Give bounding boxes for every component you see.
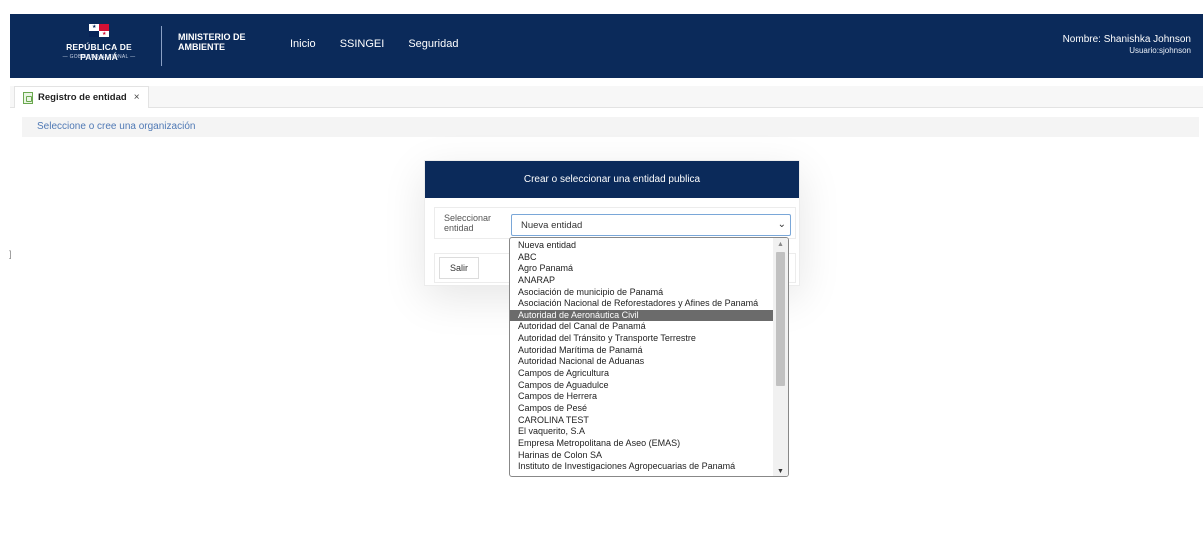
close-icon[interactable]: × <box>134 92 140 103</box>
breadcrumb: Seleccione o cree una organización <box>22 117 1199 137</box>
dropdown-option[interactable]: Empresa Metropolitana de Aseo (EMAS) <box>510 438 773 450</box>
dropdown-option[interactable]: Campos de Pesé <box>510 403 773 415</box>
user-name: Nombre: Shanishka Johnson <box>1062 34 1191 45</box>
ministry-line-1: MINISTERIO DE <box>178 32 246 42</box>
dropdown-option[interactable]: Nueva entidad <box>510 240 773 252</box>
dropdown-option[interactable]: ANARAP <box>510 275 773 287</box>
dropdown-option[interactable]: Harinas de Colon SA <box>510 450 773 462</box>
dropdown-scrollbar[interactable]: ▲ ▼ <box>773 238 788 476</box>
dropdown-option[interactable]: El vaquerito, S.A <box>510 426 773 438</box>
entity-field-label: Seleccionar entidad <box>444 213 491 233</box>
entity-field-label-line-2: entidad <box>444 223 474 233</box>
entity-select[interactable]: Nueva entidad ⌄ <box>511 214 791 236</box>
dropdown-options: Nueva entidad ABC Agro Panamá ANARAP Asociac… <box>510 240 773 473</box>
exit-button[interactable]: Salir <box>439 257 479 279</box>
tab-registro-entidad[interactable]: Registro de entidad × <box>14 86 149 108</box>
nav-ssingei[interactable]: SSINGEI <box>340 38 385 50</box>
user-info[interactable]: Nombre: Shanishka Johnson Usuario:sjohns… <box>1063 34 1191 55</box>
header-divider <box>161 26 162 66</box>
panama-flag-icon: ★ ★ <box>89 24 109 37</box>
nav-inicio[interactable]: Inicio <box>290 38 316 50</box>
dropdown-option[interactable]: Campos de Agricultura <box>510 368 773 380</box>
dropdown-option[interactable]: CAROLINA TEST <box>510 415 773 427</box>
tab-label: Registro de entidad <box>38 92 127 103</box>
user-id: Usuario:sjohnson <box>1129 46 1191 55</box>
tab-bar: Registro de entidad × <box>10 86 1203 108</box>
ministry-line-2: AMBIENTE <box>178 42 225 52</box>
main-nav: Inicio SSINGEI Seguridad <box>290 38 482 50</box>
top-header: ★ ★ REPÚBLICA DE PANAMÁ — GOBIERNO NACION… <box>10 14 1203 78</box>
dropdown-option[interactable]: Autoridad del Canal de Panamá <box>510 321 773 333</box>
entity-field-label-line-1: Seleccionar <box>444 213 492 223</box>
panama-logo[interactable]: ★ ★ REPÚBLICA DE PANAMÁ — GOBIERNO NACION… <box>46 24 152 68</box>
dropdown-option[interactable]: Asociación Nacional de Reforestadores y … <box>510 298 773 310</box>
dropdown-option[interactable]: Autoridad Marítima de Panamá <box>510 345 773 357</box>
scrollbar-thumb[interactable] <box>776 252 785 386</box>
scroll-down-icon[interactable]: ▼ <box>777 468 784 475</box>
nav-seguridad[interactable]: Seguridad <box>408 38 458 50</box>
dropdown-option[interactable]: ABC <box>510 252 773 264</box>
entity-field-row: Seleccionar entidad Nueva entidad ⌄ <box>434 207 796 239</box>
dropdown-option[interactable]: Autoridad Nacional de Aduanas <box>510 356 773 368</box>
dropdown-option[interactable]: Autoridad de Aeronáutica Civil <box>510 309 773 322</box>
dropdown-option[interactable]: Asociación de municipio de Panamá <box>510 287 773 299</box>
dropdown-option[interactable]: Autoridad del Tránsito y Transporte Terr… <box>510 333 773 345</box>
ministry-name: MINISTERIO DE AMBIENTE <box>178 32 246 52</box>
dropdown-option[interactable]: Instituto de Investigaciones Agropecuari… <box>510 461 773 473</box>
government-label: — GOBIERNO NACIONAL — <box>62 54 136 60</box>
document-icon <box>23 91 33 104</box>
card-title: Crear o seleccionar una entidad publica <box>425 161 799 198</box>
side-marker: ] <box>9 249 12 259</box>
dropdown-option[interactable]: Campos de Aguadulce <box>510 380 773 392</box>
chevron-down-icon: ⌄ <box>777 219 786 230</box>
dropdown-option[interactable]: Agro Panamá <box>510 263 773 275</box>
scroll-up-icon[interactable]: ▲ <box>777 241 784 248</box>
dropdown-option[interactable]: Campos de Herrera <box>510 391 773 403</box>
entity-dropdown-list[interactable]: Nueva entidad ABC Agro Panamá ANARAP Asociac… <box>509 237 789 477</box>
entity-select-value: Nueva entidad <box>521 220 583 231</box>
breadcrumb-text[interactable]: Seleccione o cree una organización <box>37 121 195 132</box>
